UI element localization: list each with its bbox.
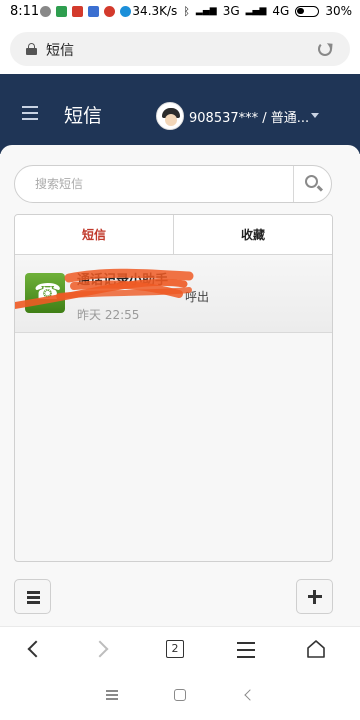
message-preview: 呼出 [185, 290, 210, 304]
address-bar[interactable]: 短信 [10, 32, 350, 66]
reload-icon[interactable] [318, 42, 332, 56]
search-box [14, 165, 332, 203]
account-label[interactable]: 908537*** / 普通... [189, 107, 309, 126]
battery-level: 30% [325, 4, 352, 18]
chevron-right-icon [91, 640, 109, 658]
chevron-left-icon [27, 640, 45, 658]
system-back-button[interactable] [244, 689, 256, 701]
signal-icon: ▂▄▆ [245, 6, 267, 16]
list-menu-button[interactable] [14, 579, 51, 614]
lock-icon [26, 43, 37, 55]
phone-icon: ☎ [25, 273, 65, 313]
browser-address-area: 短信 [0, 26, 360, 74]
app-icon [72, 6, 83, 17]
browser-toolbar: 2 [0, 626, 360, 672]
signal-icon: ▂▄▆ [195, 6, 217, 16]
tabs-button[interactable]: 2 [156, 627, 196, 673]
tab-favorites[interactable]: 收藏 [174, 215, 332, 255]
app-icon [88, 6, 99, 17]
app-header: 短信 908537*** / 普通... [0, 74, 360, 154]
tab-count: 2 [166, 640, 184, 658]
tab-bar: 短信 收藏 [15, 215, 332, 255]
message-time: 昨天 22:55 [77, 308, 140, 322]
message-title: 通话记录小助手 [77, 273, 169, 288]
network-4g-label: 4G [272, 4, 290, 18]
tab-sms[interactable]: 短信 [15, 215, 174, 255]
address-text[interactable]: 短信 [46, 40, 74, 60]
status-right: 34.3K/s ᛒ ▂▄▆ 3G ▂▄▆ 4G 30% [132, 4, 352, 18]
add-button[interactable] [296, 579, 333, 614]
message-list: 短信 收藏 ☎ 通话记录小助手 呼出 昨天 22:55 [14, 214, 333, 562]
bluetooth-icon: ᛒ [183, 4, 190, 18]
page-title: 短信 [64, 105, 103, 127]
chevron-down-icon[interactable] [311, 113, 319, 118]
system-nav [0, 672, 360, 720]
home-icon [307, 640, 325, 658]
avatar[interactable] [156, 102, 184, 130]
forward-button[interactable] [84, 627, 124, 673]
wechat-icon [40, 6, 51, 17]
system-home-button[interactable] [174, 689, 186, 701]
app-icon [56, 6, 67, 17]
search-input[interactable] [15, 166, 295, 202]
home-button[interactable] [296, 627, 336, 673]
menu-icon[interactable] [22, 106, 38, 120]
recent-apps-button[interactable] [106, 690, 118, 700]
notification-icons [40, 6, 131, 17]
browser-menu-button[interactable] [226, 627, 266, 673]
main-card: 短信 收藏 ☎ 通话记录小助手 呼出 昨天 22:55 [0, 145, 360, 630]
app-icon [120, 6, 131, 17]
search-icon [305, 175, 318, 188]
back-button[interactable] [14, 627, 54, 673]
search-button[interactable] [293, 166, 331, 202]
battery-icon [295, 5, 320, 17]
status-bar: 8:11 34.3K/s ᛒ ▂▄▆ 3G ▂▄▆ 4G 30% [0, 0, 360, 26]
network-3g-label: 3G [222, 4, 240, 18]
list-item[interactable]: ☎ 通话记录小助手 呼出 昨天 22:55 [15, 256, 332, 333]
app-icon [104, 6, 115, 17]
status-time: 8:11 [10, 4, 40, 19]
network-speed: 34.3K/s [132, 4, 178, 18]
